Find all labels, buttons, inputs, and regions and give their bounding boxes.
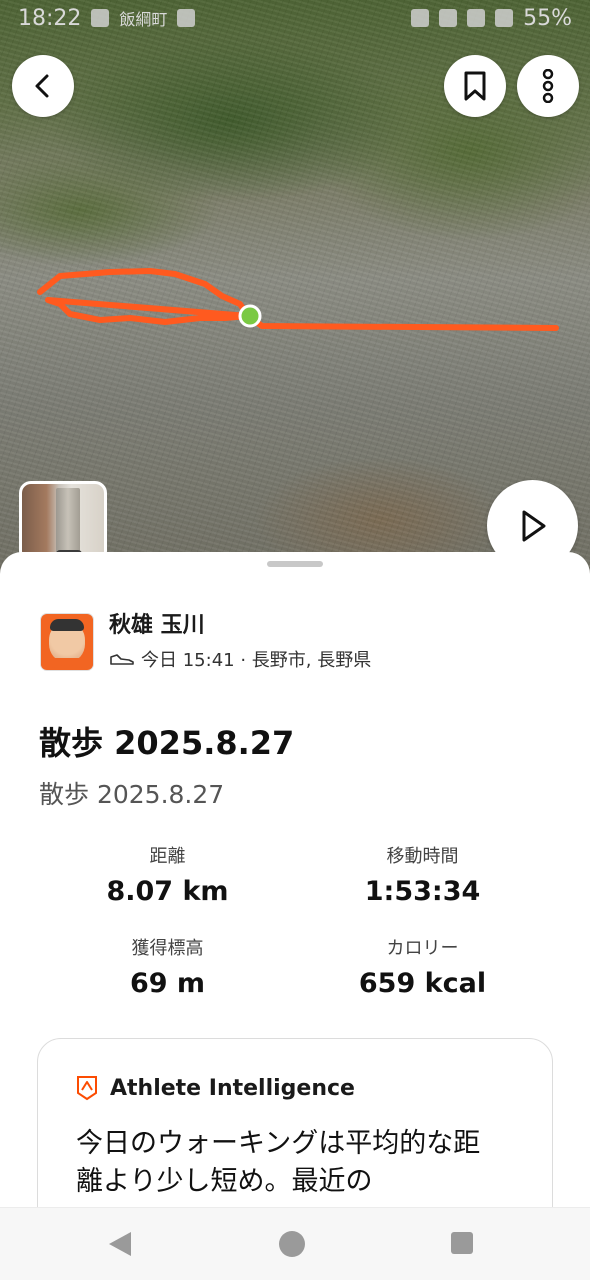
avatar[interactable] <box>41 614 93 670</box>
nav-back-icon[interactable] <box>109 1232 131 1256</box>
nav-recents-icon[interactable] <box>451 1232 473 1254</box>
status-notification-text: 飯綱町 <box>119 10 168 29</box>
signal-icon <box>467 9 486 27</box>
stat-label: 獲得標高 <box>131 938 204 959</box>
bookmark-button[interactable] <box>444 55 506 117</box>
notification-icon <box>91 9 110 27</box>
avatar-badge <box>41 658 93 670</box>
activity-description: 散歩 2025.8.27 <box>39 780 225 809</box>
nav-home-icon[interactable] <box>279 1231 305 1257</box>
photo-thumbnail[interactable] <box>19 481 107 563</box>
avatar-hair <box>50 619 84 631</box>
athlete-intelligence-icon <box>77 1076 97 1101</box>
system-navigation-bar <box>0 1207 590 1280</box>
athlete-intelligence-title: Athlete Intelligence <box>110 1075 355 1101</box>
athlete-intelligence-text: 今日のウォーキングは平均的な距離より少し短め。最近の <box>76 1128 481 1197</box>
battery-icon <box>495 9 514 27</box>
activity-title: 散歩 2025.8.27 <box>39 724 295 762</box>
stat-label: 距離 <box>149 846 186 867</box>
stat-distance: 距離 8.07 km <box>20 842 315 907</box>
bluetooth-icon <box>411 9 430 27</box>
back-button[interactable] <box>12 55 74 117</box>
stat-calories: カロリー 659 kcal <box>275 934 570 999</box>
route-path <box>37 268 559 331</box>
status-bar: 18:22 飯綱町 55% <box>0 0 590 36</box>
bookmark-icon <box>464 71 486 101</box>
play-icon <box>522 510 545 541</box>
sheet-drag-handle[interactable] <box>267 561 323 567</box>
stat-moving-time: 移動時間 1:53:34 <box>275 842 570 907</box>
activity-meta-text: 今日 15:41 · 長野市, 長野県 <box>141 650 372 671</box>
author-row[interactable]: 秋雄 玉川 今日 15:41 · 長野市, 長野県 <box>41 612 371 672</box>
author-name[interactable]: 秋雄 玉川 <box>109 612 371 640</box>
activity-meta: 今日 15:41 · 長野市, 長野県 <box>109 646 371 672</box>
more-options-button[interactable] <box>517 55 579 117</box>
route-marker <box>238 304 262 328</box>
battery-level: 55% <box>523 5 572 31</box>
status-time: 18:22 <box>18 5 82 31</box>
activity-details-sheet[interactable]: 秋雄 玉川 今日 15:41 · 長野市, 長野県 散歩 2025.8.27 散… <box>0 552 590 1278</box>
stat-elevation-gain: 獲得標高 69 m <box>20 934 315 999</box>
photo-stone-pillar <box>56 488 80 558</box>
stat-value: 1:53:34 <box>364 876 481 907</box>
stat-value: 8.07 km <box>106 876 229 907</box>
stat-value: 69 m <box>129 968 206 999</box>
shoe-icon <box>110 654 134 665</box>
stat-value: 659 kcal <box>358 968 487 999</box>
stat-label: カロリー <box>386 938 459 959</box>
stat-label: 移動時間 <box>386 846 459 867</box>
chevron-left-icon <box>35 74 49 98</box>
youtube-icon <box>177 9 196 27</box>
wifi-icon <box>439 9 458 27</box>
more-vertical-icon <box>542 69 554 103</box>
